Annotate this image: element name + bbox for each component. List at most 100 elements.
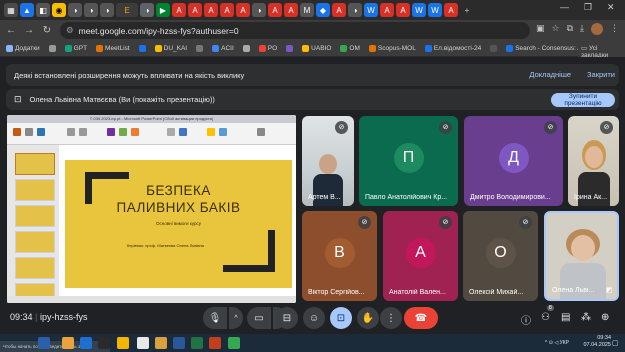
- lock-icon[interactable]: ⊕: [601, 312, 609, 323]
- bookmark-item[interactable]: [286, 45, 294, 52]
- word-icon[interactable]: [173, 337, 185, 349]
- extensions-icon[interactable]: ⧉: [567, 23, 573, 35]
- emoji-button[interactable]: ☺: [303, 307, 325, 329]
- close-icon[interactable]: ✕: [607, 2, 615, 13]
- star-icon[interactable]: ☆: [552, 23, 560, 35]
- bookmark-item[interactable]: [138, 45, 146, 52]
- pdf-icon[interactable]: A: [220, 3, 234, 17]
- pdf-icon[interactable]: A: [380, 3, 394, 17]
- drive-icon[interactable]: ▲: [20, 3, 34, 17]
- new-tab-icon[interactable]: +: [460, 3, 474, 17]
- tab-icon[interactable]: ◑: [68, 3, 82, 17]
- more-options-icon[interactable]: ◩: [606, 286, 613, 294]
- url-bar[interactable]: ⚙ meet.google.com/ipy-hzss-fys?authuser=…: [60, 22, 530, 39]
- bookmark-item[interactable]: GPT: [64, 45, 87, 52]
- details-link[interactable]: Докладніше: [529, 70, 571, 79]
- participant-tile[interactable]: О ⊘ Олексій Михай...: [463, 211, 538, 301]
- bookmark-item[interactable]: ACII: [212, 45, 234, 52]
- pdf-icon[interactable]: A: [172, 3, 186, 17]
- slide-thumbnail[interactable]: [15, 231, 55, 253]
- captions-button[interactable]: ⊟: [276, 307, 298, 329]
- camera-icon[interactable]: ▣: [536, 23, 545, 35]
- tab-icon[interactable]: W: [364, 3, 378, 17]
- people-icon[interactable]: ⚇: [541, 312, 550, 323]
- mic-button[interactable]: 🎙: [203, 307, 227, 329]
- maximize-icon[interactable]: ❐: [584, 2, 592, 13]
- end-call-button[interactable]: ☎: [404, 307, 438, 329]
- powerpoint-icon[interactable]: [209, 337, 221, 349]
- tab-icon[interactable]: W: [428, 3, 442, 17]
- bookmark-item[interactable]: OM: [340, 45, 360, 52]
- app-icon[interactable]: [228, 337, 240, 349]
- raise-hand-button[interactable]: ✋: [357, 307, 379, 329]
- pdf-icon[interactable]: A: [204, 3, 218, 17]
- forward-icon[interactable]: →: [22, 25, 36, 36]
- chrome-icon[interactable]: ◉: [52, 3, 66, 17]
- participant-tile[interactable]: ⊘ Ірина Ак...: [568, 116, 619, 206]
- activities-icon[interactable]: ⁂: [581, 312, 591, 323]
- participant-tile-self[interactable]: ◩ Олена Льві...: [544, 211, 619, 301]
- pdf-icon[interactable]: A: [332, 3, 346, 17]
- explorer-icon[interactable]: [62, 337, 74, 349]
- site-info-icon[interactable]: ⚙: [66, 25, 74, 36]
- minimize-icon[interactable]: —: [560, 2, 569, 12]
- participant-tile[interactable]: Д ⊘ Дмитро Володимирови...: [464, 116, 563, 206]
- participant-tile[interactable]: ⊘ Артем В...: [302, 116, 354, 206]
- tab-icon[interactable]: ◑: [100, 3, 114, 17]
- bookmark-item[interactable]: Додатки: [6, 45, 40, 52]
- pdf-icon[interactable]: A: [236, 3, 250, 17]
- bookmark-item[interactable]: UABIO: [302, 45, 331, 52]
- stop-presenting-button[interactable]: Зупинити презентацію: [551, 93, 615, 107]
- app-icon[interactable]: [98, 337, 110, 349]
- back-icon[interactable]: ←: [4, 25, 18, 36]
- present-button[interactable]: ⊡: [330, 307, 352, 329]
- slide-thumbnail[interactable]: [15, 257, 55, 279]
- avatar[interactable]: [591, 23, 603, 35]
- tray-icons[interactable]: ^ ⊙ ◁ УКР: [545, 340, 569, 346]
- bookmark-item[interactable]: [242, 45, 250, 52]
- bookmark-item[interactable]: [196, 45, 204, 52]
- slide-thumbnail[interactable]: [15, 205, 55, 227]
- meet-icon[interactable]: ▶: [156, 3, 170, 17]
- participant-tile[interactable]: А ⊘ Анатолій Вален...: [383, 211, 458, 301]
- tab-icon[interactable]: ◑: [140, 3, 154, 17]
- bookmark-item[interactable]: MeetList: [96, 45, 130, 52]
- more-options-button[interactable]: ⋮: [380, 307, 402, 329]
- slide-thumbnail[interactable]: [15, 153, 55, 175]
- info-icon[interactable]: ⓘ: [521, 312, 531, 327]
- taskbar-search[interactable]: Чтобы начать поиск, введите здесь запрос: [0, 341, 110, 352]
- taskview-icon[interactable]: [38, 337, 50, 349]
- notification-icon[interactable]: ▢: [612, 339, 619, 347]
- app-icon[interactable]: [80, 337, 92, 349]
- system-clock[interactable]: 09:34 07.04.2025: [583, 335, 611, 349]
- download-icon[interactable]: ⤓: [580, 23, 584, 35]
- excel-icon[interactable]: [191, 337, 203, 349]
- bookmark-item[interactable]: Scopus-MOL: [368, 45, 416, 52]
- app-icon[interactable]: [137, 337, 149, 349]
- participant-tile[interactable]: П ⊘ Павло Анатолійович Кр...: [359, 116, 458, 206]
- bookmark-item[interactable]: [490, 45, 498, 52]
- menu-icon[interactable]: ⋮: [610, 23, 619, 35]
- tab-icon[interactable]: W: [412, 3, 426, 17]
- close-banner-button[interactable]: Закрити: [587, 70, 615, 79]
- bookmark-item[interactable]: PO: [258, 45, 277, 52]
- tab-icon[interactable]: ◑: [252, 3, 266, 17]
- tab-icon[interactable]: ▦: [4, 3, 18, 17]
- slide-thumbnail[interactable]: [15, 179, 55, 201]
- pdf-icon[interactable]: A: [444, 3, 458, 17]
- app-icon[interactable]: [155, 337, 167, 349]
- tab-active[interactable]: E: [116, 3, 138, 17]
- tab-icon[interactable]: ◆: [316, 3, 330, 17]
- bookmark-item[interactable]: DU_KAI: [154, 45, 187, 52]
- tab-icon[interactable]: ◑: [348, 3, 362, 17]
- pdf-icon[interactable]: A: [268, 3, 282, 17]
- bookmark-item[interactable]: [48, 45, 56, 52]
- camera-button[interactable]: ▭: [247, 307, 271, 329]
- tab-icon[interactable]: ◑: [84, 3, 98, 17]
- participant-tile[interactable]: В ⊘ Віктор Сергійов...: [302, 211, 377, 301]
- bookmark-item[interactable]: Ел.відомості-24: [424, 45, 481, 52]
- tab-icon[interactable]: ◧: [36, 3, 50, 17]
- tab-icon[interactable]: M: [300, 3, 314, 17]
- chat-icon[interactable]: ▤: [561, 312, 570, 323]
- pdf-icon[interactable]: A: [188, 3, 202, 17]
